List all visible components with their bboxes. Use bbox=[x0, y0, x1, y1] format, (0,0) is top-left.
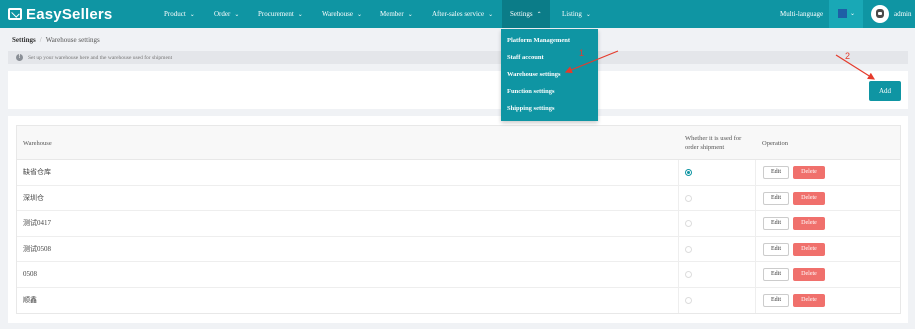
nav-product[interactable]: Product ⌄ bbox=[164, 0, 195, 28]
breadcrumb-separator: / bbox=[39, 36, 42, 44]
delete-button[interactable]: Delete bbox=[793, 242, 825, 256]
warehouse-name: 测试0508 bbox=[23, 244, 51, 253]
delete-button[interactable]: Delete bbox=[793, 191, 825, 205]
chevron-down-icon: ⌄ bbox=[850, 11, 856, 17]
warehouse-name: 深圳仓 bbox=[23, 193, 44, 202]
shipment-radio[interactable] bbox=[685, 296, 692, 304]
edit-button[interactable]: Edit bbox=[763, 217, 789, 230]
shipment-radio[interactable] bbox=[685, 220, 692, 227]
table-row: 缺省仓库 Edit Delete bbox=[17, 160, 900, 186]
user-name[interactable]: admin bbox=[894, 0, 912, 28]
shipment-radio[interactable] bbox=[685, 271, 692, 278]
chevron-down-icon: ⌄ bbox=[189, 12, 195, 18]
info-tip-bar: ! Set up your warehouse here and the war… bbox=[8, 51, 908, 64]
warehouse-name: 顺鑫 bbox=[23, 295, 37, 304]
edit-button[interactable]: Edit bbox=[763, 293, 789, 307]
menu-item-platform-management[interactable]: Platform Management bbox=[507, 37, 570, 44]
delete-button[interactable]: Delete bbox=[793, 217, 825, 230]
menu-item-staff-account[interactable]: Staff account bbox=[507, 54, 544, 61]
header-warehouse: Warehouse bbox=[23, 139, 52, 147]
logo-text: EasySellers bbox=[26, 5, 113, 23]
nav-order[interactable]: Order ⌄ bbox=[214, 0, 239, 28]
warehouse-table: Warehouse Whether it is used for order sh… bbox=[16, 125, 901, 314]
breadcrumb-root[interactable]: Settings bbox=[12, 36, 36, 44]
delete-button[interactable]: Delete bbox=[793, 166, 825, 179]
chevron-down-icon: ⌄ bbox=[407, 12, 413, 18]
table-row: 测试0508 Edit Delete bbox=[17, 237, 900, 262]
chevron-down-icon: ⌄ bbox=[356, 12, 362, 18]
chevron-down-icon: ⌄ bbox=[585, 12, 591, 18]
chevron-down-icon: ⌄ bbox=[234, 12, 240, 18]
envelope-logo-icon bbox=[8, 8, 22, 20]
header-operation: Operation bbox=[762, 139, 788, 147]
chevron-down-icon: ⌄ bbox=[297, 12, 303, 18]
warehouse-name: 测试0417 bbox=[23, 219, 51, 227]
settings-dropdown-menu: Platform Management Staff account Wareho… bbox=[501, 29, 598, 121]
flag-icon bbox=[838, 9, 847, 18]
edit-button[interactable]: Edit bbox=[763, 166, 789, 179]
edit-button[interactable]: Edit bbox=[763, 242, 789, 256]
annotation-number-2: 2 bbox=[845, 51, 851, 61]
chevron-up-icon: ⌃ bbox=[536, 12, 542, 18]
shipment-radio[interactable] bbox=[685, 194, 692, 202]
warehouse-name: 缺省仓库 bbox=[23, 168, 51, 176]
edit-button[interactable]: Edit bbox=[763, 268, 789, 281]
shipment-radio[interactable] bbox=[685, 169, 692, 176]
nav-warehouse[interactable]: Warehouse ⌄ bbox=[322, 0, 362, 28]
menu-item-shipping-settings[interactable]: Shipping settings bbox=[507, 105, 555, 112]
table-row: 测试0417 Edit Delete bbox=[17, 211, 900, 237]
breadcrumb-current: Warehouse settings bbox=[45, 36, 100, 44]
nav-after-sales-service[interactable]: After-sales service ⌄ bbox=[432, 0, 493, 28]
menu-item-function-settings[interactable]: Function settings bbox=[507, 88, 555, 95]
edit-button[interactable]: Edit bbox=[763, 191, 789, 205]
logo[interactable]: EasySellers bbox=[8, 5, 113, 23]
nav-procurement[interactable]: Procurement ⌄ bbox=[258, 0, 303, 28]
language-flag-selector[interactable]: ⌄ bbox=[829, 0, 863, 28]
delete-button[interactable]: Delete bbox=[793, 293, 825, 307]
warehouse-name: 0508 bbox=[23, 270, 37, 278]
nav-member[interactable]: Member ⌄ bbox=[380, 0, 413, 28]
breadcrumb: Settings / Warehouse settings bbox=[12, 36, 100, 44]
menu-item-warehouse-settings[interactable]: Warehouse settings bbox=[507, 71, 561, 78]
header-shipment: Whether it is used for order shipment bbox=[685, 135, 742, 151]
table-row: 深圳仓 Edit Delete bbox=[17, 186, 900, 211]
add-button[interactable]: Add bbox=[869, 81, 901, 101]
tip-text: Set up your warehouse here and the wareh… bbox=[28, 54, 173, 61]
info-icon: ! bbox=[16, 54, 23, 61]
toolbar-card bbox=[8, 71, 908, 109]
chevron-down-icon: ⌄ bbox=[488, 12, 494, 18]
multi-language-menu[interactable]: Multi-language bbox=[780, 0, 823, 28]
nav-listing[interactable]: Listing ⌄ bbox=[562, 0, 591, 28]
table-row: 顺鑫 Edit Delete bbox=[17, 288, 900, 314]
table-header: Warehouse Whether it is used for order sh… bbox=[17, 126, 900, 160]
nav-settings[interactable]: Settings ⌃ bbox=[502, 0, 550, 28]
table-row: 0508 Edit Delete bbox=[17, 262, 900, 288]
avatar[interactable] bbox=[871, 5, 889, 23]
delete-button[interactable]: Delete bbox=[793, 268, 825, 281]
shipment-radio[interactable] bbox=[685, 245, 692, 253]
user-icon bbox=[876, 9, 884, 18]
annotation-number-1: 1 bbox=[579, 48, 585, 58]
